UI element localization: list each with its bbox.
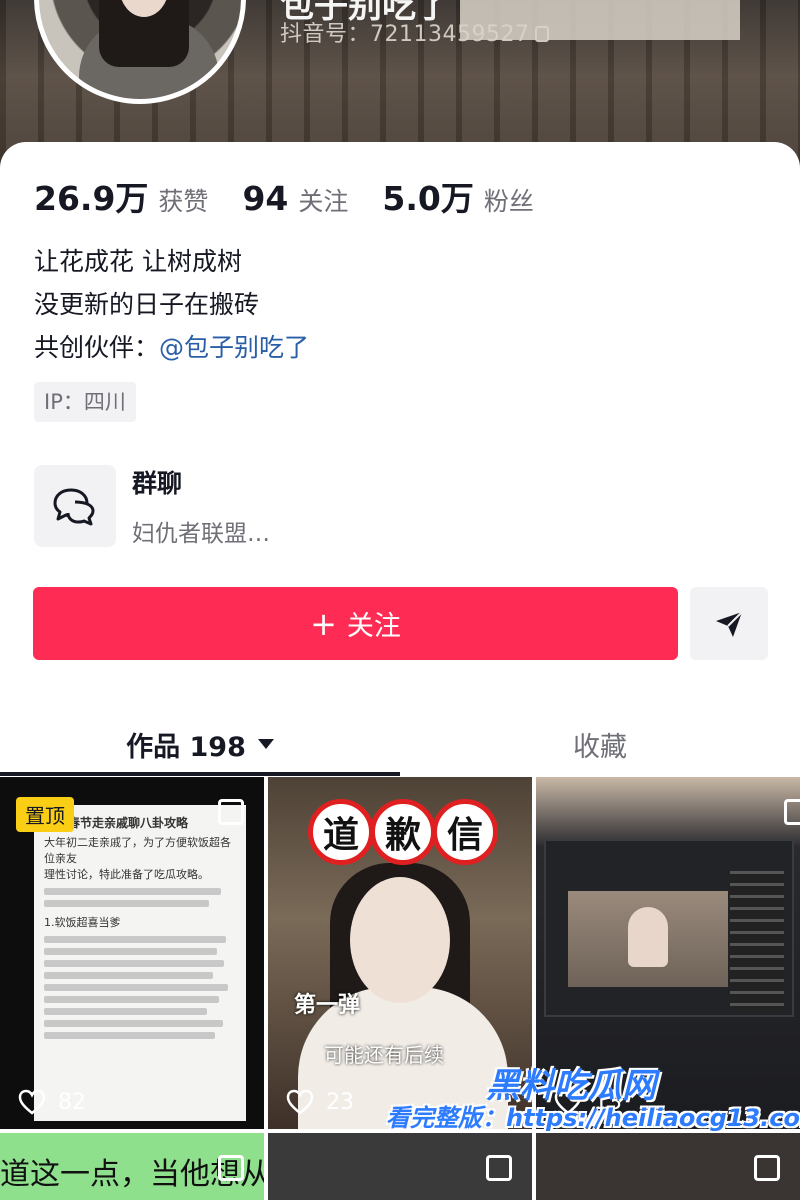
like-count: 23	[286, 1089, 354, 1115]
stat-value: 26.9万	[34, 179, 149, 218]
stat-value: 94	[242, 179, 289, 218]
title-char: 信	[432, 799, 498, 865]
bio: 让花成花 让树成树 没更新的日子在搬砖 共创伙伴：@包子别吃了	[34, 240, 309, 369]
video-tile[interactable]: 亲友春节走亲戚聊八卦攻略 大年初二走亲戚了，为了方便软饭超各位亲友 理性讨论，特…	[0, 777, 264, 1129]
doc-line: 1.软饭超喜当爹	[44, 916, 121, 929]
stat-value: 5.0万	[382, 179, 474, 218]
cocreator-label: 共创伙伴：	[34, 333, 160, 362]
stat-label: 获赞	[158, 187, 209, 216]
like-count: 82	[18, 1089, 86, 1115]
heart-icon	[286, 1089, 314, 1115]
watermark-site: 看完整版：https://heiliaocg13.com	[386, 1104, 800, 1132]
title-char: 歉	[370, 799, 436, 865]
title-char: 道	[308, 799, 374, 865]
multi-image-icon	[784, 799, 800, 825]
copy-icon[interactable]	[535, 26, 550, 42]
video-tile[interactable]	[536, 1133, 800, 1200]
video-tile[interactable]	[268, 1133, 532, 1200]
multi-image-icon	[486, 1155, 512, 1181]
tab-favorites[interactable]: 收藏	[400, 712, 800, 776]
stat-label: 粉丝	[483, 187, 534, 216]
content-tabs: 作品 198 收藏	[0, 712, 800, 776]
bio-line: 让花成花 让树成树	[34, 247, 242, 276]
monitor-thumbnail	[544, 839, 794, 1017]
follow-label: 关注	[346, 611, 401, 642]
send-icon	[716, 610, 743, 637]
stat-followers[interactable]: 5.0万 粉丝	[382, 172, 533, 220]
apology-title: 道 歉 信	[308, 799, 498, 865]
douyin-id-text: 抖音号：72113459527	[280, 22, 530, 47]
share-button[interactable]	[690, 587, 768, 660]
group-chat-entry[interactable]: 群聊 妇仇者联盟…	[34, 464, 270, 548]
active-tab-indicator	[0, 772, 400, 776]
ip-location-badge: IP：四川	[34, 382, 136, 422]
stat-label: 关注	[298, 187, 349, 216]
bio-line: 没更新的日子在搬砖	[34, 290, 260, 319]
bio-cocreator: 共创伙伴：@包子别吃了	[34, 326, 309, 369]
stat-likes[interactable]: 26.9万 获赞	[34, 172, 208, 220]
tab-favorites-label: 收藏	[573, 731, 627, 763]
like-count-value: 82	[58, 1089, 86, 1115]
document-thumbnail: 亲友春节走亲戚聊八卦攻略 大年初二走亲戚了，为了方便软饭超各位亲友 理性讨论，特…	[34, 805, 246, 1121]
video-caption: 第一弹	[294, 993, 361, 1018]
tab-works[interactable]: 作品 198	[0, 712, 400, 776]
cocreator-mention-link[interactable]: @包子别吃了	[159, 333, 309, 362]
group-chat-icon	[34, 465, 116, 547]
stats-row: 26.9万 获赞 94 关注 5.0万 粉丝	[34, 172, 568, 220]
avatar[interactable]	[34, 0, 246, 104]
multi-image-icon	[754, 1155, 780, 1181]
doc-line: 理性讨论，特此准备了吃瓜攻略。	[44, 868, 209, 881]
douyin-id[interactable]: 抖音号：72113459527	[280, 16, 550, 48]
pinned-badge: 置顶	[16, 797, 74, 832]
video-tile[interactable]: 道这一点，当他想从	[0, 1133, 264, 1200]
multi-image-icon	[218, 1155, 244, 1181]
follow-button[interactable]: + 关注	[33, 587, 678, 660]
like-count-value: 23	[326, 1089, 354, 1115]
group-chat-subtitle: 妇仇者联盟…	[132, 521, 270, 547]
plus-icon: +	[310, 604, 337, 643]
tab-works-label: 作品 198	[126, 731, 246, 763]
caret-down-icon	[257, 739, 274, 749]
stat-following[interactable]: 94 关注	[242, 179, 348, 218]
video-caption: 可能还有后续	[324, 1043, 444, 1067]
heart-icon	[18, 1089, 46, 1115]
multi-image-icon	[218, 799, 244, 825]
group-chat-title: 群聊	[132, 469, 183, 498]
doc-line: 大年初二走亲戚了，为了方便软饭超各位亲友	[44, 836, 231, 865]
profile-card: 26.9万 获赞 94 关注 5.0万 粉丝 让花成花 让树成树 没更新的日子在…	[0, 142, 800, 1200]
